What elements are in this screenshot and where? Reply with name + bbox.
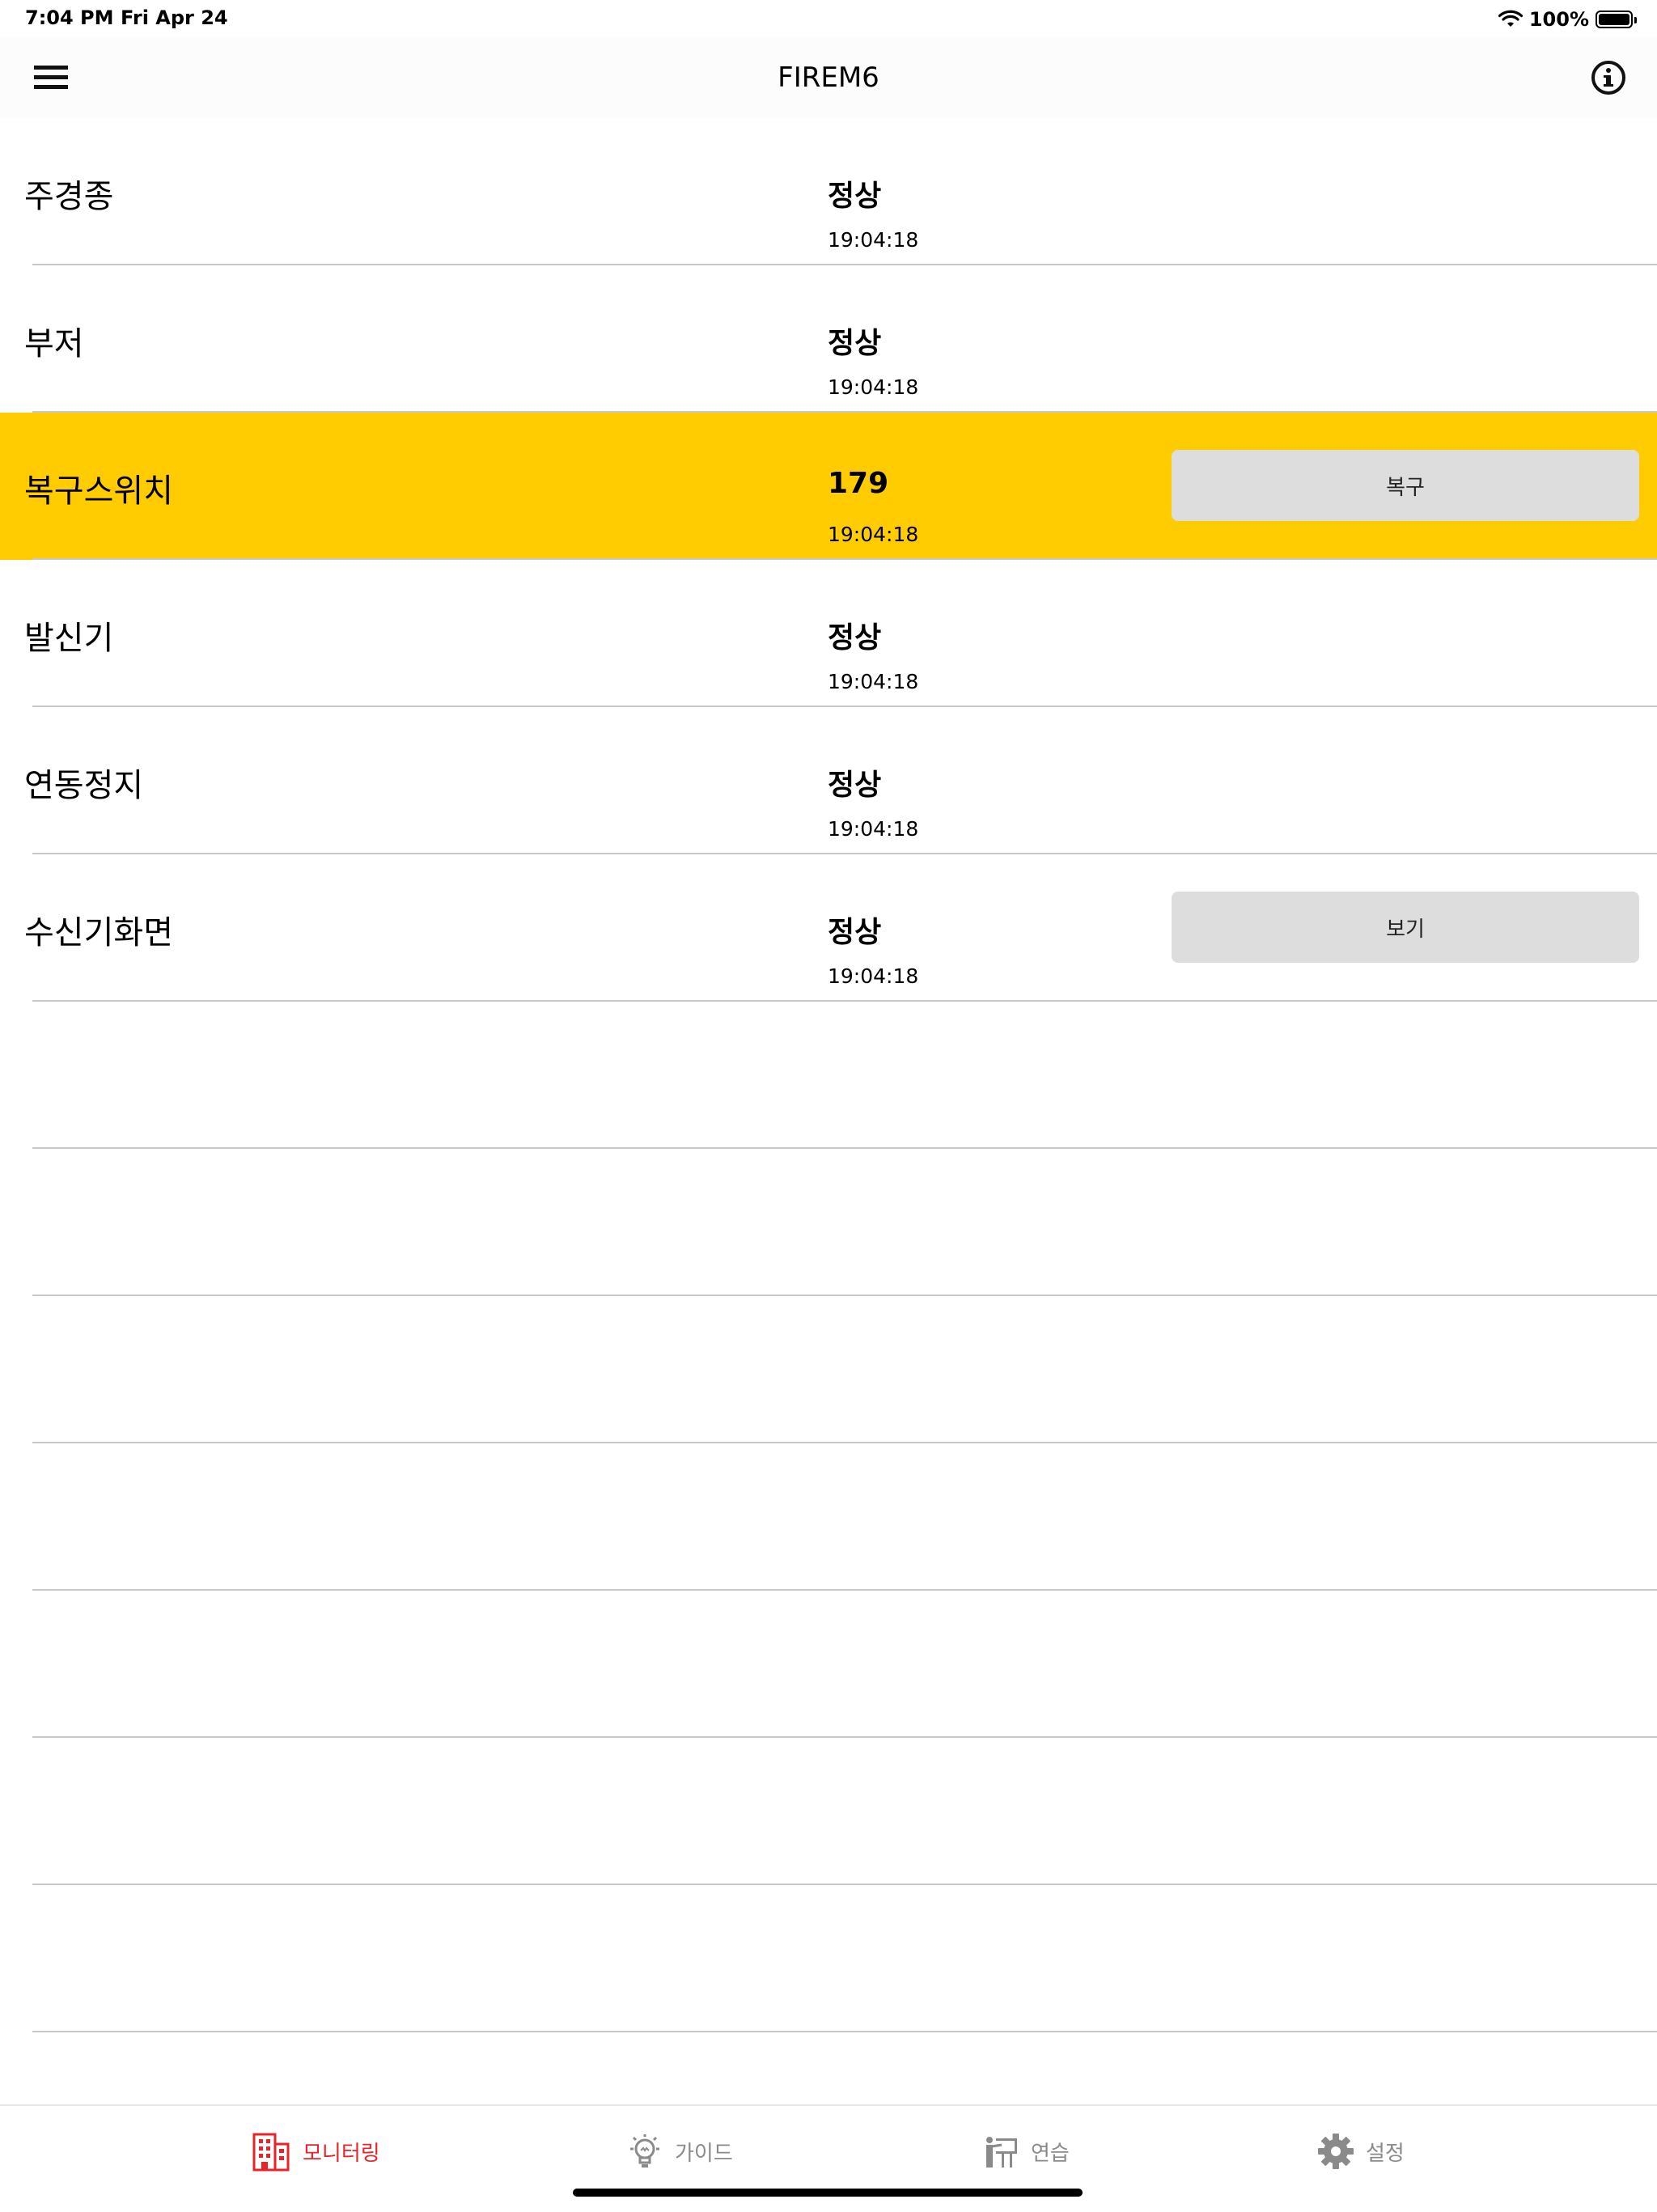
- item-label: 주경종: [24, 178, 114, 215]
- list-item: 발신기 정상 19:04:18: [0, 560, 1657, 707]
- battery-icon: [1596, 11, 1637, 28]
- list-item: 주경종 정상 19:04:18: [0, 118, 1657, 265]
- item-time: 19:04:18: [828, 523, 919, 546]
- item-time: 19:04:18: [828, 670, 919, 693]
- item-time: 19:04:18: [828, 817, 919, 841]
- divider: [32, 2031, 1657, 2032]
- tab-label: 가이드: [675, 2141, 733, 2166]
- empty-row: [0, 1149, 1657, 1296]
- status-time: 7:04 PM: [25, 6, 114, 29]
- item-status: 정상: [828, 180, 882, 213]
- info-circle-icon[interactable]: [1589, 58, 1628, 97]
- lightbulb-icon: [630, 2134, 659, 2168]
- wifi-icon: [1498, 10, 1523, 27]
- list-item: 수신기화면 정상 19:04:18 보기: [0, 854, 1657, 1002]
- tab-settings[interactable]: 설정: [1317, 2129, 1405, 2174]
- item-status: 정상: [828, 769, 882, 802]
- gear-icon: [1318, 2134, 1354, 2169]
- item-time: 19:04:18: [828, 228, 919, 252]
- item-time: 19:04:18: [828, 964, 919, 988]
- empty-row: [0, 1296, 1657, 1443]
- monitoring-list: 주경종 정상 19:04:18 부저 정상 19:04:18 복구스위치 179…: [0, 118, 1657, 2032]
- view-button[interactable]: 보기: [1172, 892, 1639, 963]
- list-item: 부저 정상 19:04:18: [0, 265, 1657, 413]
- list-item: 연동정지 정상 19:04:18: [0, 707, 1657, 854]
- item-status: 179: [828, 467, 889, 500]
- empty-row: [0, 1591, 1657, 1738]
- navigation-bar: FIREM6: [0, 37, 1657, 118]
- tab-guide[interactable]: 가이드: [626, 2129, 733, 2174]
- status-indicators: 100%: [1498, 5, 1637, 34]
- item-label: 발신기: [24, 620, 114, 657]
- item-label: 복구스위치: [24, 472, 173, 510]
- item-label: 수신기화면: [24, 914, 173, 951]
- item-label: 연동정지: [24, 767, 144, 804]
- presentation-icon: [986, 2137, 1017, 2168]
- status-date: Fri Apr 24: [121, 6, 228, 29]
- list-item-alert: 복구스위치 179 19:04:18 복구: [0, 413, 1657, 560]
- empty-row: [0, 1443, 1657, 1591]
- tab-monitoring[interactable]: 모니터링: [251, 2129, 380, 2174]
- item-status: 정상: [828, 916, 882, 949]
- tab-label: 설정: [1366, 2141, 1405, 2166]
- status-bar: 7:04 PM Fri Apr 24 100%: [0, 0, 1657, 37]
- empty-row: [0, 1738, 1657, 1885]
- item-time: 19:04:18: [828, 375, 919, 399]
- tab-practice[interactable]: 연습: [984, 2129, 1070, 2174]
- battery-percent: 100%: [1528, 8, 1589, 31]
- tab-label: 모니터링: [303, 2141, 380, 2166]
- building-icon: [252, 2133, 290, 2172]
- item-status: 정상: [828, 621, 882, 655]
- empty-row: [0, 1885, 1657, 2032]
- tab-label: 연습: [1031, 2141, 1070, 2166]
- reset-button[interactable]: 복구: [1172, 450, 1639, 521]
- home-indicator: [573, 2189, 1083, 2197]
- item-label: 부저: [24, 325, 84, 362]
- page-title: FIREM6: [778, 61, 879, 94]
- item-status: 정상: [828, 327, 882, 360]
- empty-row: [0, 1002, 1657, 1149]
